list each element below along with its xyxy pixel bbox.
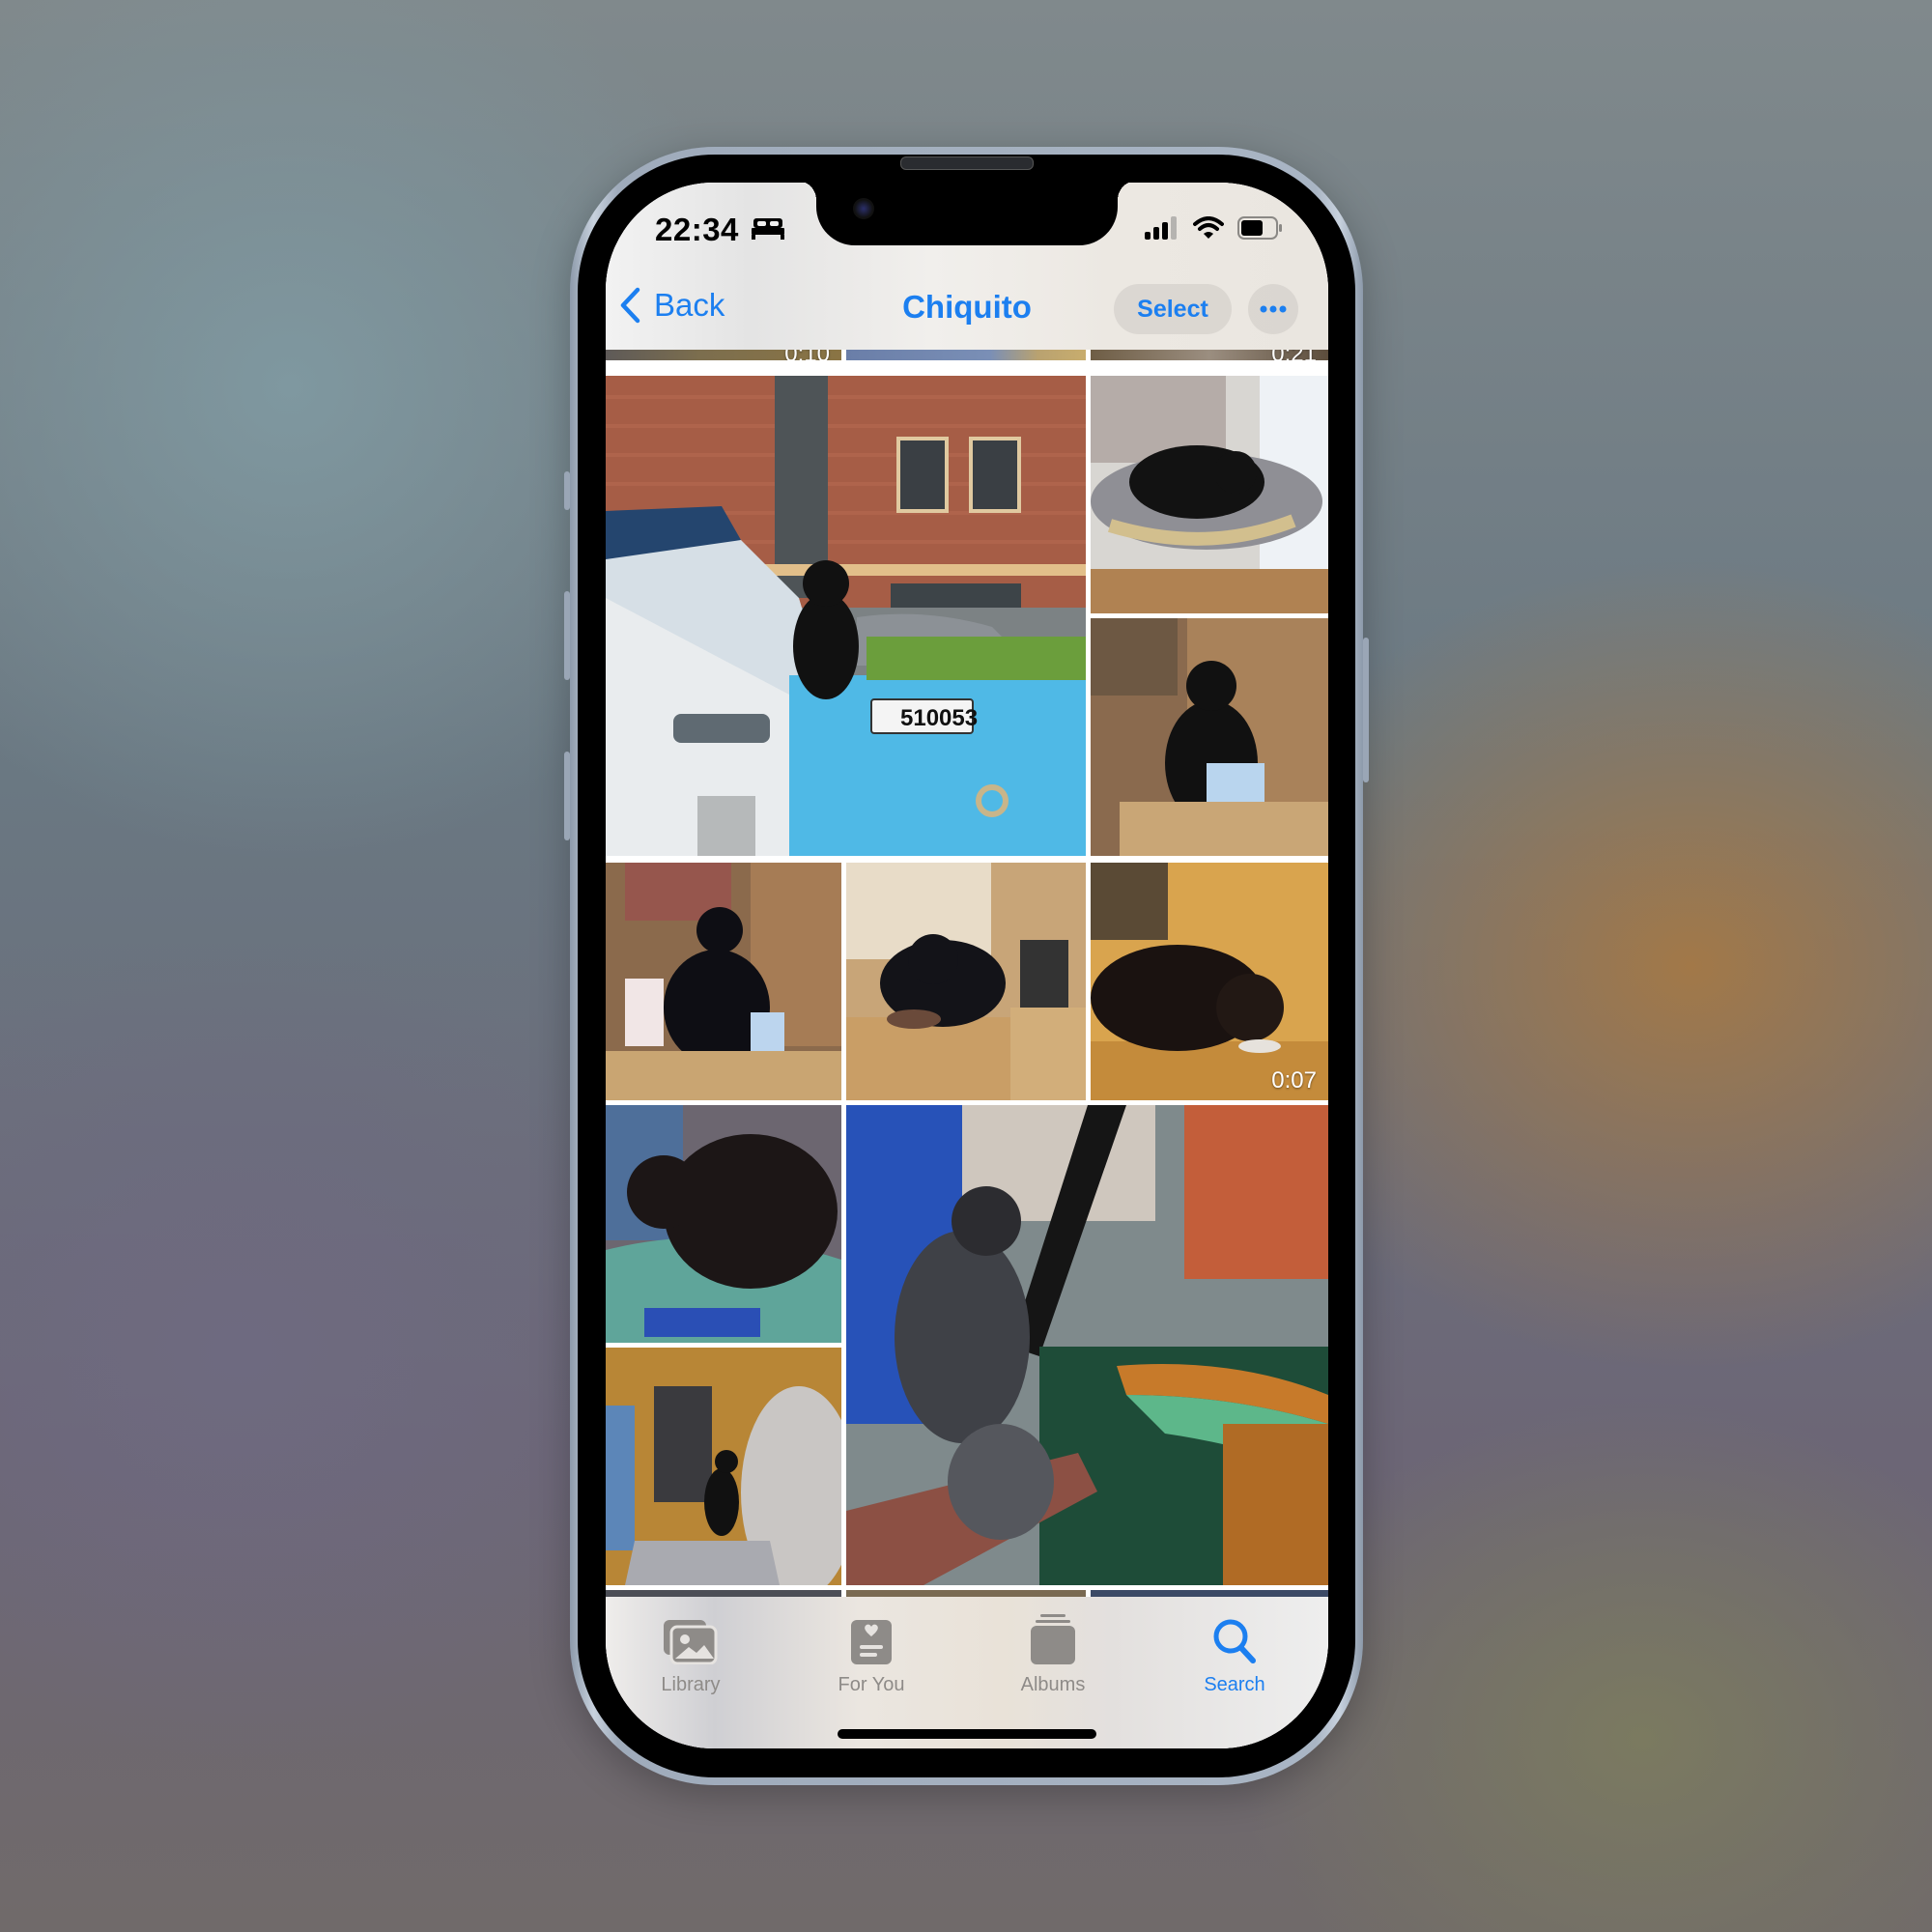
volume-down-button xyxy=(564,752,570,840)
tab-albums[interactable]: Albums xyxy=(995,1614,1111,1696)
more-button[interactable] xyxy=(1248,284,1298,334)
photo-cat-chair xyxy=(1091,376,1328,613)
photo-tile[interactable] xyxy=(606,863,841,1100)
tab-bar: Library For You Albums Search xyxy=(606,1597,1328,1748)
bed-icon xyxy=(752,218,784,240)
mute-switch xyxy=(564,471,570,510)
photo-grid: 0:10 0:21 510053 0:07 xyxy=(606,183,1328,1748)
boat-number: 510053 xyxy=(900,705,978,731)
photo-tile[interactable] xyxy=(846,863,1086,1100)
photo-tile[interactable]: 510053 xyxy=(606,376,1086,856)
notch xyxy=(797,183,1137,245)
home-indicator[interactable] xyxy=(838,1729,1096,1739)
photo-tile[interactable] xyxy=(846,1105,1328,1585)
albums-icon xyxy=(1031,1614,1075,1664)
phone-screen: 0:10 0:21 510053 0:07 22:34 Back Chiquit… xyxy=(606,183,1328,1748)
photo-tile[interactable] xyxy=(1091,376,1328,613)
tab-for-you[interactable]: For You xyxy=(813,1614,929,1696)
tab-label: Library xyxy=(661,1674,721,1695)
photo-tile[interactable] xyxy=(606,1105,841,1343)
tab-label: Albums xyxy=(1020,1674,1086,1695)
photo-cat-cards xyxy=(606,863,841,1100)
volume-up-button xyxy=(564,591,570,680)
status-time: 22:34 xyxy=(655,212,739,247)
front-camera xyxy=(853,198,874,219)
search-icon xyxy=(1213,1619,1256,1663)
status-indicators xyxy=(1145,216,1284,240)
battery-icon xyxy=(1237,216,1282,240)
photo-library-icon xyxy=(664,1620,718,1664)
photo-cat-cupboard xyxy=(1091,618,1328,856)
tab-label: Search xyxy=(1204,1674,1265,1695)
photo-tile[interactable] xyxy=(1091,618,1328,856)
tab-library[interactable]: Library xyxy=(633,1614,749,1696)
photo-tile[interactable]: 0:07 xyxy=(1091,863,1328,1100)
video-duration: 0:07 xyxy=(1271,1067,1317,1094)
side-button xyxy=(1363,638,1369,782)
for-you-icon xyxy=(851,1620,892,1664)
select-button[interactable]: Select xyxy=(1114,284,1232,334)
ellipsis-icon xyxy=(1260,305,1287,313)
earpiece-speaker xyxy=(900,156,1034,170)
photo-cat-cabinet xyxy=(846,863,1086,1100)
photo-grey-cat-window xyxy=(846,1105,1328,1585)
photo-boat-cat: 510053 xyxy=(606,376,1086,856)
signal-icon xyxy=(1145,216,1177,240)
photo-cat-galley xyxy=(606,1348,841,1585)
navigation-bar: 22:34 Back Chiquito Select xyxy=(606,183,1328,350)
tab-label: For You xyxy=(838,1674,905,1695)
tab-search[interactable]: Search xyxy=(1177,1614,1293,1696)
wifi-icon xyxy=(1193,216,1224,239)
photo-cat-table xyxy=(606,1105,841,1343)
photo-cat-eating xyxy=(1091,863,1328,1100)
photo-tile[interactable] xyxy=(606,1348,841,1585)
